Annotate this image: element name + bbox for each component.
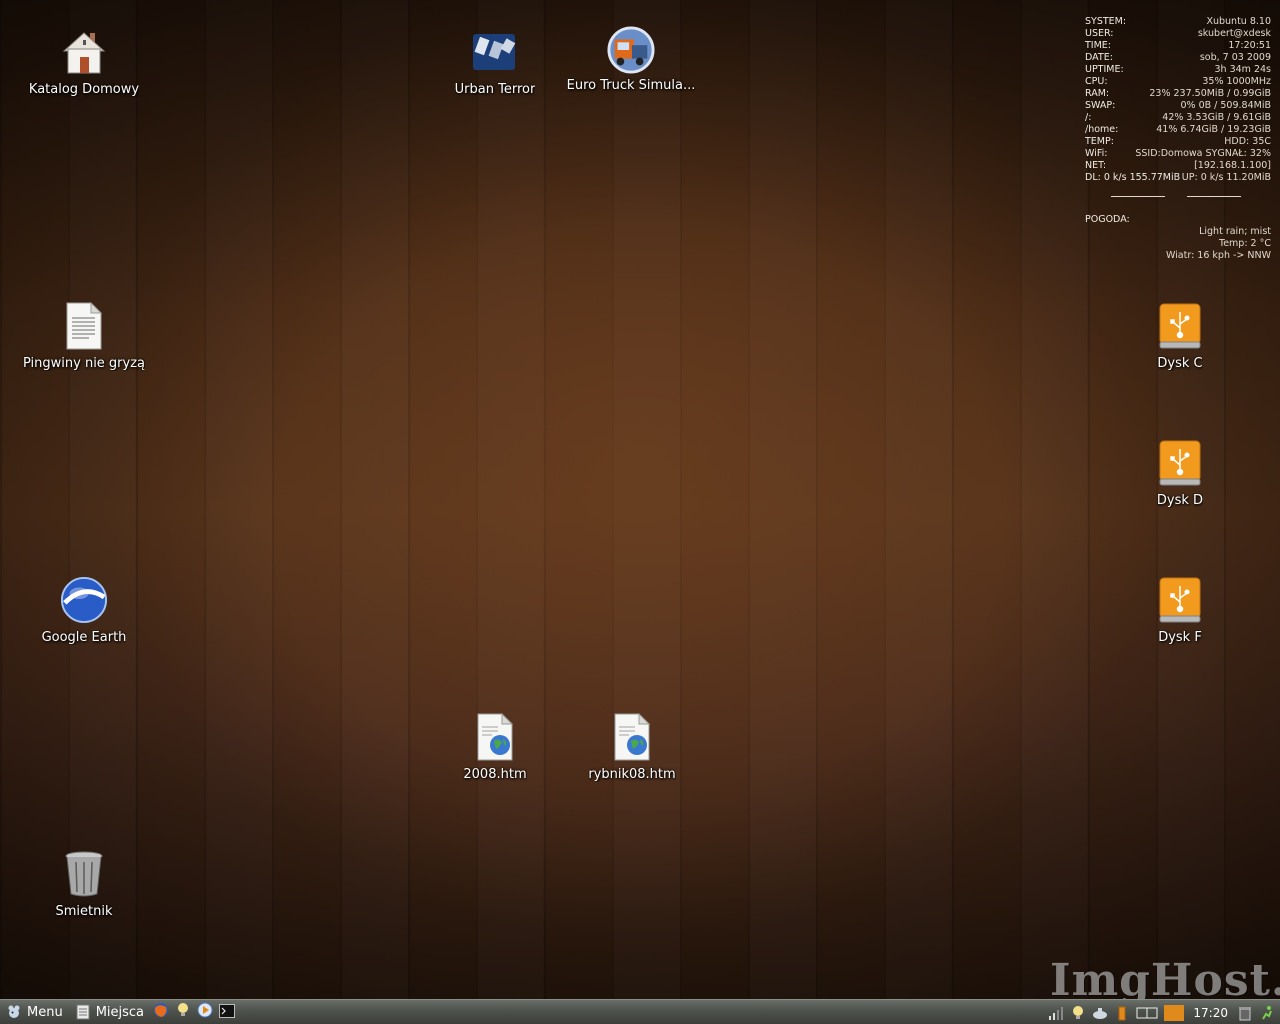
system-tray: 17:20 xyxy=(1047,1000,1280,1024)
conky-row-wifi: WiFi: SSID:Domowa SYGNAŁ: 32% xyxy=(1085,148,1271,159)
xfce-mouse-icon xyxy=(6,1004,22,1020)
upload-graph xyxy=(1187,196,1241,197)
desktop-icon-label: Pingwiny nie gryzą xyxy=(22,356,146,371)
conky-row-uptime: UPTIME: 3h 34m 24s xyxy=(1085,64,1271,75)
media-player-icon xyxy=(197,1002,213,1022)
menu-button[interactable]: Menu xyxy=(0,1000,69,1024)
terminal-icon xyxy=(219,1003,236,1022)
network-tray-icon[interactable] xyxy=(1091,1004,1109,1022)
trash-icon xyxy=(60,850,108,898)
home-folder-icon xyxy=(60,28,108,76)
conky-row-cpu: CPU: 35% 1000MHz xyxy=(1085,76,1271,87)
html-document-icon xyxy=(608,713,656,761)
lightbulb-tray-icon[interactable] xyxy=(1069,1004,1087,1022)
trash-tray-icon[interactable] xyxy=(1236,1004,1254,1022)
conky-row-home-fs: /home: 41% 6.74GiB / 19.23GiB xyxy=(1085,124,1271,135)
firefox-icon xyxy=(153,1002,169,1022)
conky-weather-line: Temp: 2 °C xyxy=(1219,238,1271,249)
text-document-icon xyxy=(60,302,108,350)
desktop-icon-euro-truck[interactable]: Euro Truck Simula... xyxy=(566,26,696,93)
firefox-launcher[interactable] xyxy=(150,1000,172,1024)
desktop-icon-dysk-d[interactable]: Dysk D xyxy=(1115,439,1245,508)
terminal-launcher[interactable] xyxy=(216,1000,238,1024)
workspace-switcher-icon[interactable] xyxy=(1135,1004,1159,1022)
desktop-icon-label: Dysk F xyxy=(1158,630,1202,645)
desktop-icon-dysk-c[interactable]: Dysk C xyxy=(1115,302,1245,371)
usb-drive-icon xyxy=(1156,576,1204,624)
desktop-icon-dysk-f[interactable]: Dysk F xyxy=(1115,576,1245,645)
usb-drive-icon xyxy=(1156,302,1204,350)
battery-icon[interactable] xyxy=(1113,1004,1131,1022)
desktop-icon-rybnik08-htm[interactable]: rybnik08.htm xyxy=(567,713,697,782)
desktop-icon-label: rybnik08.htm xyxy=(588,767,676,782)
conky-row-dl-up: DL: 0 k/s 155.77MiB UP: 0 k/s 11.20MiB xyxy=(1085,172,1271,183)
desktop-icon-label: Śmietnik xyxy=(55,904,113,919)
menu-label: Menu xyxy=(27,1004,63,1020)
desktop-icon-urban-terror[interactable]: Urban Terror xyxy=(430,28,560,97)
html-document-icon xyxy=(471,713,519,761)
conky-weather-label: POGODA: xyxy=(1085,214,1130,225)
conky-row-system: SYSTEM: Xubuntu 8.10 xyxy=(1085,16,1271,27)
media-player-launcher[interactable] xyxy=(194,1000,216,1024)
taskbar: Menu Miejsca 17:20 xyxy=(0,999,1280,1024)
desktop-icon-label: Urban Terror xyxy=(454,82,536,97)
desktop-icon-google-earth[interactable]: Google Earth xyxy=(19,576,149,645)
conky-row-date: DATE: sob, 7 03 2009 xyxy=(1085,52,1271,63)
conky-row-time: TIME: 17:20:51 xyxy=(1085,40,1271,51)
usb-drive-icon xyxy=(1156,439,1204,487)
signal-strength-icon[interactable] xyxy=(1047,1004,1065,1022)
conky-system-monitor: SYSTEM: Xubuntu 8.10 USER: skubert@xdesk T… xyxy=(1085,16,1271,262)
desktop-icon-label: Katalog Domowy xyxy=(28,82,140,97)
places-label: Miejsca xyxy=(95,1004,145,1020)
conky-row-temp: TEMP: HDD: 35C xyxy=(1085,136,1271,147)
bulb-launcher[interactable] xyxy=(172,1000,194,1024)
desktop-icon-label: Dysk C xyxy=(1157,356,1203,371)
desktop-icon-pingwiny[interactable]: Pingwiny nie gryzą xyxy=(19,302,149,371)
euro-truck-icon xyxy=(607,26,655,74)
desktop-icon-2008-htm[interactable]: 2008.htm xyxy=(430,713,560,782)
conky-weather-line: Wiatr: 16 kph -> NNW xyxy=(1165,250,1271,261)
conky-net-graphs xyxy=(1085,184,1271,214)
conky-weather-line: Light rain; mist xyxy=(1199,226,1271,237)
conky-row-swap: SWAP: 0% 0B / 509.84MiB xyxy=(1085,100,1271,111)
desktop-icon-home[interactable]: Katalog Domowy xyxy=(19,28,149,97)
orange-applet-icon[interactable] xyxy=(1163,1004,1185,1022)
clock[interactable]: 17:20 xyxy=(1189,1006,1232,1020)
runner-icon[interactable] xyxy=(1258,1004,1276,1022)
desktop-icon-label: Google Earth xyxy=(41,630,127,645)
conky-row-ram: RAM: 23% 237.50MiB / 0.99GiB xyxy=(1085,88,1271,99)
desktop-icon-trash[interactable]: Śmietnik xyxy=(19,850,149,919)
conky-row-net: NET: [192.168.1.100] xyxy=(1085,160,1271,171)
desktop-icon-label: Euro Truck Simula... xyxy=(566,78,696,93)
places-icon xyxy=(75,1004,91,1020)
places-button[interactable]: Miejsca xyxy=(69,1000,150,1024)
conky-row-user: USER: skubert@xdesk xyxy=(1085,28,1271,39)
google-earth-icon xyxy=(60,576,108,624)
download-graph xyxy=(1111,196,1165,197)
lightbulb-icon xyxy=(176,1002,190,1022)
urban-terror-icon xyxy=(471,28,519,76)
desktop-icon-label: Dysk D xyxy=(1156,493,1204,508)
conky-row-root-fs: /: 42% 3.53GiB / 9.61GiB xyxy=(1085,112,1271,123)
desktop-icon-label: 2008.htm xyxy=(463,767,527,782)
